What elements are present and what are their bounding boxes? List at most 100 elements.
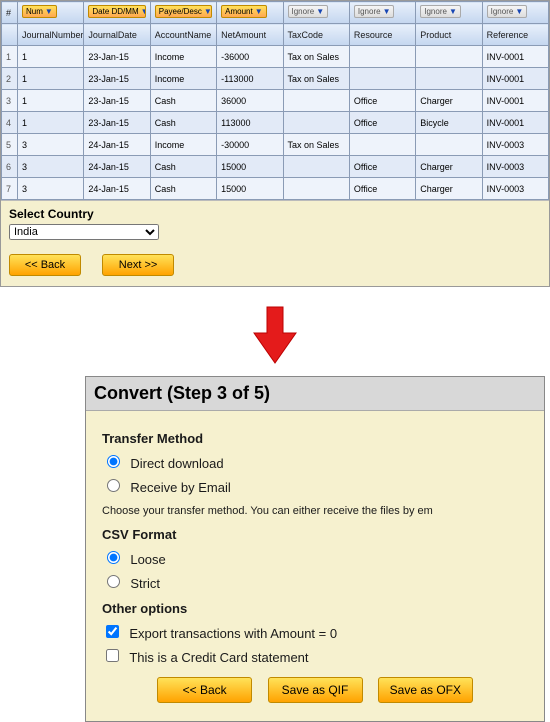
country-panel: Select Country India << Back Next >>: [1, 200, 549, 286]
cell: Cash: [150, 156, 216, 178]
row-index: 3: [2, 90, 18, 112]
step3-back-button[interactable]: << Back: [157, 677, 252, 703]
cell: 15000: [217, 178, 283, 200]
mapping-pill[interactable]: Ignore▼: [288, 5, 329, 18]
mapping-pill[interactable]: Num▼: [22, 5, 57, 18]
radio-loose[interactable]: [107, 551, 120, 564]
checkbox-export-zero[interactable]: [106, 625, 119, 638]
checkbox-export-zero-label: Export transactions with Amount = 0: [129, 626, 337, 641]
cell: INV-0001: [482, 46, 548, 68]
cell: Charger: [416, 156, 482, 178]
chevron-down-icon: ▼: [45, 7, 53, 16]
nav-buttons: << Back Next >>: [9, 254, 541, 276]
cell: Cash: [150, 178, 216, 200]
cell: [283, 178, 349, 200]
cell: -36000: [217, 46, 283, 68]
cell: Income: [150, 46, 216, 68]
row-index: 7: [2, 178, 18, 200]
column-mapping-dropdown[interactable]: Amount▼: [217, 2, 283, 24]
mapping-pill[interactable]: Amount▼: [221, 5, 267, 18]
column-mapping-dropdown[interactable]: Date DD/MM▼: [84, 2, 150, 24]
cell: 1: [18, 90, 84, 112]
mapping-pill[interactable]: Payee/Desc▼: [155, 5, 212, 18]
cell: 24-Jan-15: [84, 178, 150, 200]
column-header: Product: [416, 24, 482, 46]
column-mapping-dropdown[interactable]: Ignore▼: [482, 2, 548, 24]
cell: Charger: [416, 178, 482, 200]
cell: 23-Jan-15: [84, 46, 150, 68]
table-row[interactable]: 4123-Jan-15Cash113000OfficeBicycleINV-00…: [2, 112, 549, 134]
transfer-method-label: Transfer Method: [102, 431, 528, 446]
radio-direct-download[interactable]: [107, 455, 120, 468]
cell: 23-Jan-15: [84, 112, 150, 134]
row-index: 2: [2, 68, 18, 90]
column-header: NetAmount: [217, 24, 283, 46]
cell: 23-Jan-15: [84, 68, 150, 90]
mapping-pill[interactable]: Ignore▼: [354, 5, 395, 18]
column-mapping-dropdown[interactable]: Ignore▼: [283, 2, 349, 24]
table-row[interactable]: 5324-Jan-15Income-30000Tax on SalesINV-0…: [2, 134, 549, 156]
row-index: 6: [2, 156, 18, 178]
column-mapping-dropdown[interactable]: Payee/Desc▼: [150, 2, 216, 24]
cell: 3: [18, 156, 84, 178]
cell: 1: [18, 68, 84, 90]
radio-strict-label: Strict: [130, 576, 160, 591]
country-label: Select Country: [9, 207, 541, 221]
cell: Charger: [416, 90, 482, 112]
cell: Office: [349, 112, 415, 134]
checkbox-credit-card[interactable]: [106, 649, 119, 662]
cell: 113000: [217, 112, 283, 134]
radio-strict[interactable]: [107, 575, 120, 588]
cell: Bicycle: [416, 112, 482, 134]
cell: Tax on Sales: [283, 68, 349, 90]
column-mapping-dropdown[interactable]: Ignore▼: [416, 2, 482, 24]
cell: 15000: [217, 156, 283, 178]
back-button[interactable]: << Back: [9, 254, 81, 276]
column-mapping-dropdown[interactable]: Num▼: [18, 2, 84, 24]
mapping-pill[interactable]: Ignore▼: [487, 5, 528, 18]
mapping-pill[interactable]: Ignore▼: [420, 5, 461, 18]
idx-header: #: [2, 2, 18, 24]
table-row[interactable]: 6324-Jan-15Cash15000OfficeChargerINV-000…: [2, 156, 549, 178]
chevron-down-icon: ▼: [141, 7, 146, 16]
cell: 1: [18, 46, 84, 68]
cell: Tax on Sales: [283, 134, 349, 156]
save-ofx-button[interactable]: Save as OFX: [378, 677, 473, 703]
cell: Income: [150, 134, 216, 156]
data-grid: # Num▼ Date DD/MM▼ Payee/Desc▼ Amount▼ Ignor…: [1, 1, 549, 200]
row-index: 1: [2, 46, 18, 68]
radio-loose-label: Loose: [130, 552, 165, 567]
step3-body: Transfer Method Direct download Receive …: [86, 411, 544, 707]
radio-receive-email-label: Receive by Email: [130, 480, 230, 495]
chevron-down-icon: ▼: [515, 7, 523, 16]
cell: [283, 112, 349, 134]
cell: 3: [18, 178, 84, 200]
table-row[interactable]: 3123-Jan-15Cash36000OfficeChargerINV-000…: [2, 90, 549, 112]
flow-arrow: [0, 305, 550, 368]
cell: [349, 68, 415, 90]
cell: [349, 46, 415, 68]
country-select[interactable]: India: [9, 224, 159, 240]
table-row[interactable]: 1123-Jan-15Income-36000Tax on SalesINV-0…: [2, 46, 549, 68]
arrow-down-icon: [252, 305, 298, 365]
column-header: Resource: [349, 24, 415, 46]
other-options-label: Other options: [102, 601, 528, 616]
cell: 24-Jan-15: [84, 156, 150, 178]
radio-receive-email[interactable]: [107, 479, 120, 492]
mapping-pill[interactable]: Date DD/MM▼: [88, 5, 145, 18]
cell: [283, 156, 349, 178]
column-mapping-dropdown[interactable]: Ignore▼: [349, 2, 415, 24]
step3-title: Convert (Step 3 of 5): [86, 377, 544, 411]
table-row[interactable]: 7324-Jan-15Cash15000OfficeChargerINV-000…: [2, 178, 549, 200]
chevron-down-icon: ▼: [204, 7, 212, 16]
cell: 36000: [217, 90, 283, 112]
next-button[interactable]: Next >>: [102, 254, 174, 276]
cell: Tax on Sales: [283, 46, 349, 68]
transfer-description: Choose your transfer method. You can eit…: [102, 505, 528, 517]
table-row[interactable]: 2123-Jan-15Income-113000Tax on SalesINV-…: [2, 68, 549, 90]
save-qif-button[interactable]: Save as QIF: [268, 677, 363, 703]
cell: [416, 134, 482, 156]
cell: [416, 46, 482, 68]
cell: Income: [150, 68, 216, 90]
step3-buttons: << Back Save as QIF Save as OFX: [102, 677, 528, 703]
